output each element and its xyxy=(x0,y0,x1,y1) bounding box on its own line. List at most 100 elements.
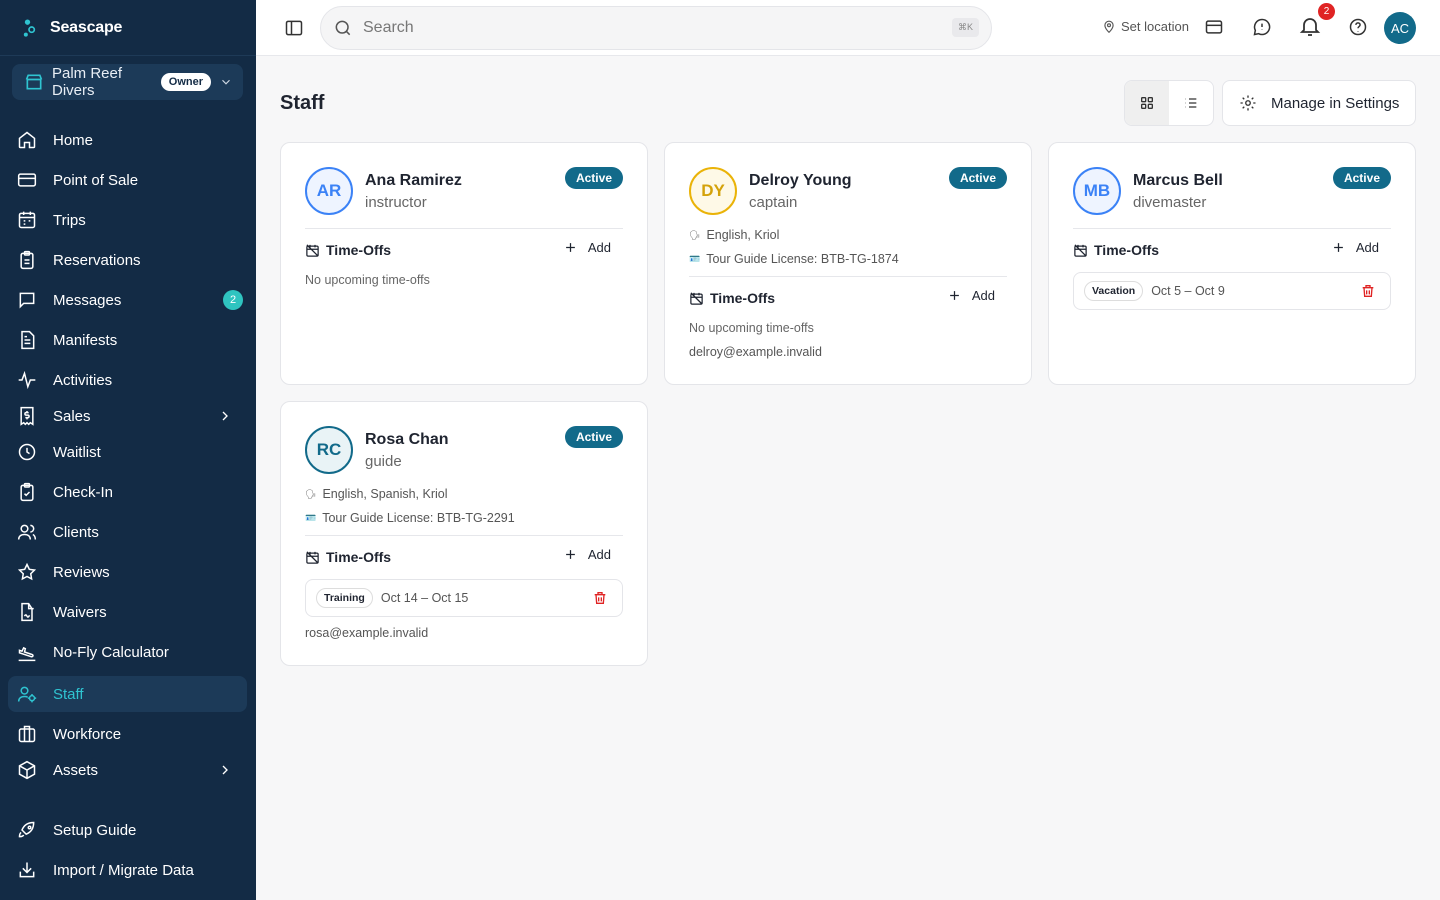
user-avatar[interactable]: AC xyxy=(1384,12,1416,44)
license-text: Tour Guide License: BTB-TG-1874 xyxy=(706,252,899,266)
nav-item-manifests[interactable]: Manifests xyxy=(8,322,247,358)
staff-email: delroy@example.invalid xyxy=(689,345,822,359)
nav-item-no-fly-calculator[interactable]: No-Fly Calculator xyxy=(8,634,247,670)
nav-item-point-of-sale[interactable]: Point of Sale xyxy=(8,162,247,198)
clipboard-icon xyxy=(17,250,37,270)
nav-label: Waivers xyxy=(53,603,107,621)
calendar-off-icon xyxy=(1073,243,1088,258)
nav-item-waivers[interactable]: Waivers xyxy=(8,594,247,630)
nav-item-clients[interactable]: Clients xyxy=(8,514,247,550)
list-icon xyxy=(1183,95,1199,111)
nav-item-waitlist[interactable]: Waitlist xyxy=(8,434,247,470)
status-badge: Active xyxy=(948,167,1007,189)
nav-item-check-in[interactable]: Check-In xyxy=(8,474,247,510)
time-off-item: Training Oct 14 – Oct 15 xyxy=(305,579,623,617)
role-badge: Owner xyxy=(160,73,211,91)
languages-text: English, Kriol xyxy=(706,228,780,242)
staff-avatar: MB xyxy=(1073,167,1121,215)
add-time-off-button[interactable]: Add xyxy=(1331,240,1379,255)
id-card-icon: 🪪 xyxy=(689,253,701,264)
nav-item-staff[interactable]: Staff xyxy=(8,676,247,712)
trash-icon[interactable] xyxy=(1360,283,1376,304)
plane-landing-icon xyxy=(17,642,37,662)
staff-avatar: AR xyxy=(305,167,353,215)
nav-item-trips[interactable]: Trips xyxy=(8,202,247,238)
calendar-off-icon xyxy=(305,550,320,565)
add-time-off-button[interactable]: Add xyxy=(563,547,611,562)
nav-item-activities[interactable]: Activities xyxy=(8,362,247,398)
nav-label: Setup Guide xyxy=(53,821,137,839)
seascape-logo-icon xyxy=(20,18,40,38)
brand[interactable]: Seascape xyxy=(0,0,256,56)
time-off-item: Vacation Oct 5 – Oct 9 xyxy=(1073,272,1391,310)
time-off-type: Vacation xyxy=(1084,281,1144,301)
nav-item-sales[interactable]: Sales xyxy=(8,398,247,434)
divider xyxy=(305,535,623,536)
add-label: Add xyxy=(587,240,611,255)
staff-card[interactable]: DY Delroy Young captain Active 🗣 English… xyxy=(664,142,1032,385)
nav-label: Reservations xyxy=(53,251,141,269)
staff-card[interactable]: MB Marcus Bell divemaster Active Time-Of… xyxy=(1048,142,1416,385)
org-switcher[interactable]: Palm Reef Divers Owner xyxy=(12,64,243,100)
add-label: Add xyxy=(971,288,995,303)
store-icon xyxy=(24,72,44,92)
nav-label: No-Fly Calculator xyxy=(53,643,169,661)
nav-label: Point of Sale xyxy=(53,171,139,189)
manage-in-settings-button[interactable]: Manage in Settings xyxy=(1222,80,1416,126)
clock-icon xyxy=(17,442,37,462)
chevron-down-icon xyxy=(219,75,233,89)
time-offs-label: Time-Offs xyxy=(1094,242,1160,258)
staff-card[interactable]: AR Ana Ramirez instructor Active Time-Of… xyxy=(280,142,648,385)
time-off-dates: Oct 14 – Oct 15 xyxy=(380,591,469,605)
no-time-offs-text: No upcoming time-offs xyxy=(305,273,430,287)
nav-item-reviews[interactable]: Reviews xyxy=(8,554,247,590)
messages-count-badge: 2 xyxy=(223,290,243,310)
sidebar-toggle-icon[interactable] xyxy=(284,18,304,43)
nav-label: Workforce xyxy=(53,725,122,743)
staff-name: Rosa Chan xyxy=(365,431,449,448)
help-icon[interactable] xyxy=(1348,17,1368,42)
nav-item-reservations[interactable]: Reservations xyxy=(8,242,247,278)
nav-label: Manifests xyxy=(53,331,118,349)
nav-label: Trips xyxy=(53,211,86,229)
nav-item-import-migrate-data[interactable]: Import / Migrate Data xyxy=(8,852,247,888)
credit-card-icon xyxy=(17,170,37,190)
license-text: Tour Guide License: BTB-TG-2291 xyxy=(322,511,515,525)
nav-item-workforce[interactable]: Workforce xyxy=(8,716,247,752)
staff-card[interactable]: RC Rosa Chan guide Active 🗣 English, Spa… xyxy=(280,401,648,666)
gear-icon xyxy=(1239,94,1257,112)
wallet-icon[interactable] xyxy=(1204,17,1224,42)
bell-icon[interactable] xyxy=(1298,14,1322,43)
search-input[interactable] xyxy=(363,19,923,37)
staff-name: Marcus Bell xyxy=(1133,172,1223,189)
time-off-type: Training xyxy=(316,588,373,608)
divider xyxy=(689,276,1007,277)
add-time-off-button[interactable]: Add xyxy=(947,288,995,303)
staff-name: Delroy Young xyxy=(749,172,852,189)
add-time-off-button[interactable]: Add xyxy=(563,240,611,255)
search-bar[interactable]: ⌘K xyxy=(320,6,992,50)
users-icon xyxy=(17,522,37,542)
nav-item-home[interactable]: Home xyxy=(8,122,247,158)
view-toggle xyxy=(1124,80,1214,126)
nav-item-assets[interactable]: Assets xyxy=(8,752,247,788)
nav-item-setup-guide[interactable]: Setup Guide xyxy=(8,812,247,848)
nav-label: Sales xyxy=(53,407,91,425)
speech-icon: 🗣 xyxy=(305,488,317,499)
nav-item-messages[interactable]: Messages 2 xyxy=(8,282,247,318)
set-location-button[interactable]: Set location xyxy=(1102,19,1189,34)
feedback-icon[interactable] xyxy=(1252,17,1272,42)
nav-label: Assets xyxy=(53,761,99,779)
user-cog-icon xyxy=(17,684,37,704)
shortcut-hint: ⌘K xyxy=(951,18,979,37)
calendar-icon xyxy=(17,210,37,230)
speech-icon: 🗣 xyxy=(689,229,701,240)
trash-icon[interactable] xyxy=(592,590,608,611)
file-signature-icon xyxy=(17,602,37,622)
list-view-button[interactable] xyxy=(1169,81,1213,125)
grid-view-button[interactable] xyxy=(1125,81,1169,125)
nav-label: Activities xyxy=(53,371,113,389)
app-name: Seascape xyxy=(50,18,123,36)
staff-avatar: DY xyxy=(689,167,737,215)
staff-role: divemaster xyxy=(1133,194,1207,211)
